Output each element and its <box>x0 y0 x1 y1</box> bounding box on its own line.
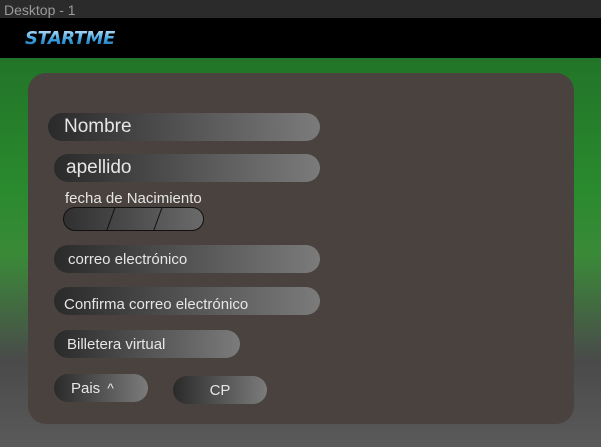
fecha-nacimiento-field[interactable] <box>63 207 204 231</box>
top-bar: STARTME <box>0 18 601 58</box>
startme-logo[interactable]: STARTME <box>25 28 115 49</box>
apellido-field[interactable]: apellido <box>54 154 320 182</box>
apellido-placeholder: apellido <box>66 157 132 178</box>
pais-dropdown[interactable]: Pais ^ <box>54 374 148 402</box>
billetera-placeholder: Billetera virtual <box>67 335 166 353</box>
billetera-virtual-field[interactable]: Billetera virtual <box>54 330 240 358</box>
date-separator <box>105 208 116 230</box>
nombre-placeholder: Nombre <box>64 116 132 137</box>
registration-card: Nombre apellido fecha de Nacimiento corr… <box>28 73 574 424</box>
cp-placeholder: CP <box>209 381 231 399</box>
correo-field[interactable]: correo electrónico <box>54 245 320 273</box>
fecha-nacimiento-label: fecha de Nacimiento <box>65 190 202 207</box>
confirma-correo-placeholder: Confirma correo electrónico <box>64 295 249 313</box>
date-separator <box>152 208 163 230</box>
canvas-title: Desktop - 1 <box>4 2 76 18</box>
nombre-field[interactable]: Nombre <box>48 113 320 141</box>
correo-placeholder: correo electrónico <box>68 250 188 268</box>
pais-label: Pais <box>71 379 101 397</box>
cp-field[interactable]: CP <box>173 376 267 404</box>
confirma-correo-field[interactable]: Confirma correo electrónico <box>54 287 320 315</box>
desktop-frame: STARTME Nombre apellido fecha de Nacimie… <box>0 18 601 447</box>
chevron-up-icon: ^ <box>107 380 114 396</box>
